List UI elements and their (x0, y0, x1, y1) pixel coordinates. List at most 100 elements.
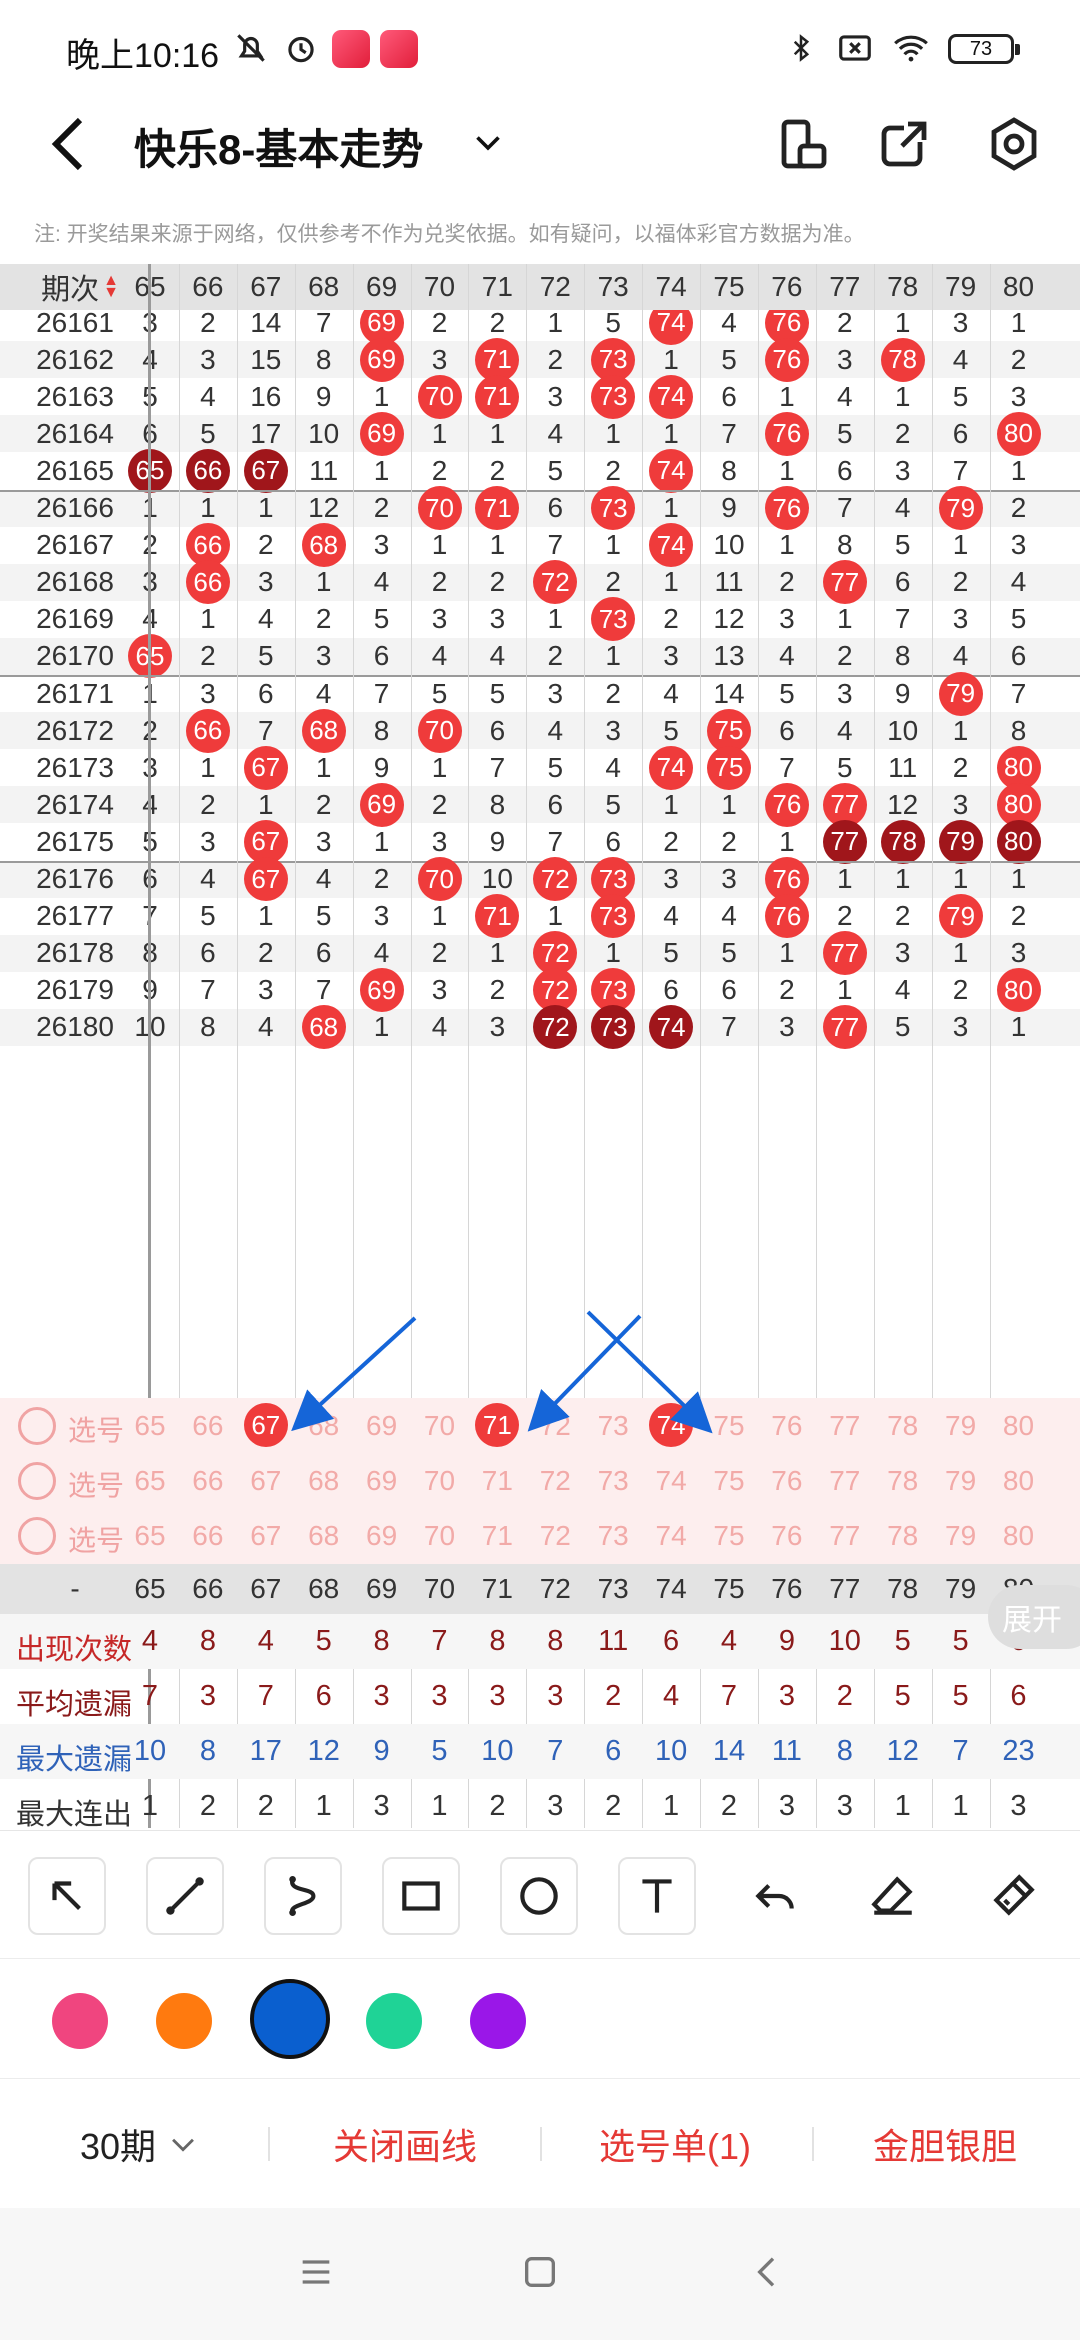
undo-icon[interactable] (736, 1857, 814, 1935)
pick-number[interactable]: 76 (758, 1508, 816, 1563)
pick-radio[interactable] (18, 1407, 56, 1445)
pick-number[interactable]: 66 (179, 1508, 237, 1563)
rotate-screen-icon[interactable] (772, 114, 832, 174)
pick-number[interactable]: 72 (526, 1508, 584, 1563)
pick-number[interactable]: 71 (468, 1453, 526, 1508)
miss-count: 3 (1010, 937, 1027, 969)
pick-number[interactable]: 79 (932, 1398, 990, 1453)
miss-count: 10 (308, 417, 340, 449)
pick-number[interactable]: 70 (411, 1508, 469, 1563)
app-header: 快乐8-基本走势 (0, 96, 1080, 192)
pick-number[interactable]: 73 (584, 1508, 642, 1563)
hit-ball: 68 (301, 1005, 346, 1050)
eraser-icon[interactable] (854, 1857, 932, 1935)
gold-silver-button[interactable]: 金胆银胆 (840, 2079, 1050, 2209)
pick-label: 选号 (68, 1415, 125, 1446)
pick-number[interactable]: 70 (411, 1453, 469, 1508)
color-swatch-blue-selected[interactable] (250, 1979, 330, 2059)
pick-number[interactable]: 70 (411, 1398, 469, 1453)
pick-number[interactable]: 69 (353, 1398, 411, 1453)
pick-number[interactable]: 65 (121, 1508, 179, 1563)
miss-count: 3 (547, 380, 564, 412)
pick-number[interactable]: 78 (874, 1398, 932, 1453)
miss-count: 8 (489, 788, 506, 820)
pick-number[interactable]: 80 (990, 1398, 1048, 1453)
back-icon[interactable] (44, 114, 96, 174)
share-icon[interactable] (874, 114, 934, 174)
hit-ball: 69 (359, 337, 404, 382)
miss-count: 4 (373, 937, 390, 969)
settings-gear-icon[interactable] (984, 114, 1044, 174)
chevron-down-icon[interactable] (470, 124, 506, 160)
pick-number[interactable]: 78 (874, 1453, 932, 1508)
pick-number[interactable]: 75 (700, 1453, 758, 1508)
selected-number[interactable]: 74 (649, 1403, 694, 1447)
pick-number[interactable]: 66 (179, 1398, 237, 1453)
pick-number[interactable]: 68 (295, 1453, 353, 1508)
circle-tool-icon[interactable] (500, 1857, 578, 1935)
miss-count: 2 (431, 566, 448, 598)
pick-radio[interactable] (18, 1462, 56, 1500)
pick-number[interactable]: 80 (990, 1453, 1048, 1508)
color-swatch-purple[interactable] (470, 1993, 526, 2049)
pick-number[interactable]: 79 (932, 1453, 990, 1508)
pick-number[interactable]: 73 (584, 1453, 642, 1508)
pick-number[interactable]: 67 (237, 1453, 295, 1508)
stat-value: 1 (315, 1790, 332, 1822)
period-selector[interactable]: 30期 (40, 2079, 240, 2209)
stat-value: 9 (373, 1735, 390, 1767)
miss-count: 1 (431, 417, 448, 449)
text-tool-icon[interactable] (618, 1857, 696, 1935)
arrow-tool-icon[interactable] (28, 1857, 106, 1935)
pick-radio[interactable] (18, 1517, 56, 1555)
pick-number[interactable]: 69 (353, 1508, 411, 1563)
pick-number[interactable]: 68 (295, 1508, 353, 1563)
hit-ball: 66 (185, 708, 230, 753)
miss-count: 5 (1010, 603, 1027, 635)
line-tool-icon[interactable] (146, 1857, 224, 1935)
miss-count: 1 (1010, 1011, 1027, 1043)
rectangle-tool-icon[interactable] (382, 1857, 460, 1935)
pick-number[interactable]: 72 (526, 1453, 584, 1508)
color-swatch-green[interactable] (366, 1993, 422, 2049)
hit-ball: 73 (591, 597, 636, 642)
expand-button[interactable]: 展开 (988, 1585, 1080, 1649)
pick-number[interactable]: 65 (121, 1453, 179, 1508)
pick-number[interactable]: 68 (295, 1398, 353, 1453)
back-nav-icon[interactable] (748, 2252, 788, 2292)
pick-number[interactable]: 71 (468, 1508, 526, 1563)
curve-tool-icon[interactable] (264, 1857, 342, 1935)
clear-brush-icon[interactable] (974, 1857, 1052, 1935)
pick-number[interactable]: 78 (874, 1508, 932, 1563)
pick-list-button[interactable]: 选号单(1) (570, 2079, 780, 2209)
pick-number[interactable]: 75 (700, 1398, 758, 1453)
miss-count: 3 (837, 677, 853, 709)
color-swatch-orange[interactable] (156, 1993, 212, 2049)
pick-number[interactable]: 73 (584, 1398, 642, 1453)
pick-number[interactable]: 77 (816, 1398, 874, 1453)
pick-number[interactable]: 74 (642, 1508, 700, 1563)
pick-number[interactable]: 67 (237, 1508, 295, 1563)
page-title[interactable]: 快乐8-基本走势 (134, 116, 423, 177)
color-swatch-pink[interactable] (52, 1993, 108, 2049)
pick-number[interactable]: 77 (816, 1508, 874, 1563)
pick-number[interactable]: 65 (121, 1398, 179, 1453)
close-lines-button[interactable]: 关闭画线 (300, 2079, 510, 2209)
pick-number[interactable]: 76 (758, 1453, 816, 1508)
pick-number[interactable]: 72 (526, 1398, 584, 1453)
pick-number[interactable]: 76 (758, 1398, 816, 1453)
miss-count: 1 (489, 937, 506, 969)
pick-number[interactable]: 75 (700, 1508, 758, 1563)
selected-number[interactable]: 67 (243, 1403, 288, 1447)
miss-count: 3 (605, 714, 621, 746)
pick-number[interactable]: 69 (353, 1453, 411, 1508)
pick-number[interactable]: 79 (932, 1508, 990, 1563)
pick-number[interactable]: 66 (179, 1453, 237, 1508)
pick-number[interactable]: 77 (816, 1453, 874, 1508)
pick-number[interactable]: 80 (990, 1508, 1048, 1563)
home-icon[interactable] (520, 2252, 560, 2292)
chevron-down-icon (172, 2138, 194, 2152)
menu-icon[interactable] (296, 2252, 336, 2292)
pick-number[interactable]: 74 (642, 1453, 700, 1508)
miss-count: 9 (894, 677, 911, 709)
